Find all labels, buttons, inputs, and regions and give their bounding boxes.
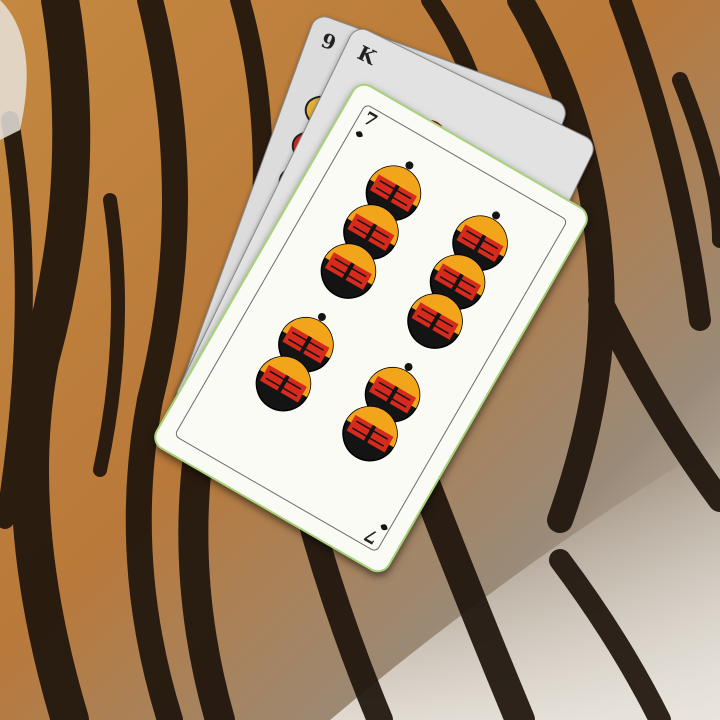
bell-icon (355, 131, 363, 138)
bell-icon (380, 524, 388, 531)
game-scene: 9 K 7 7 (0, 0, 720, 720)
